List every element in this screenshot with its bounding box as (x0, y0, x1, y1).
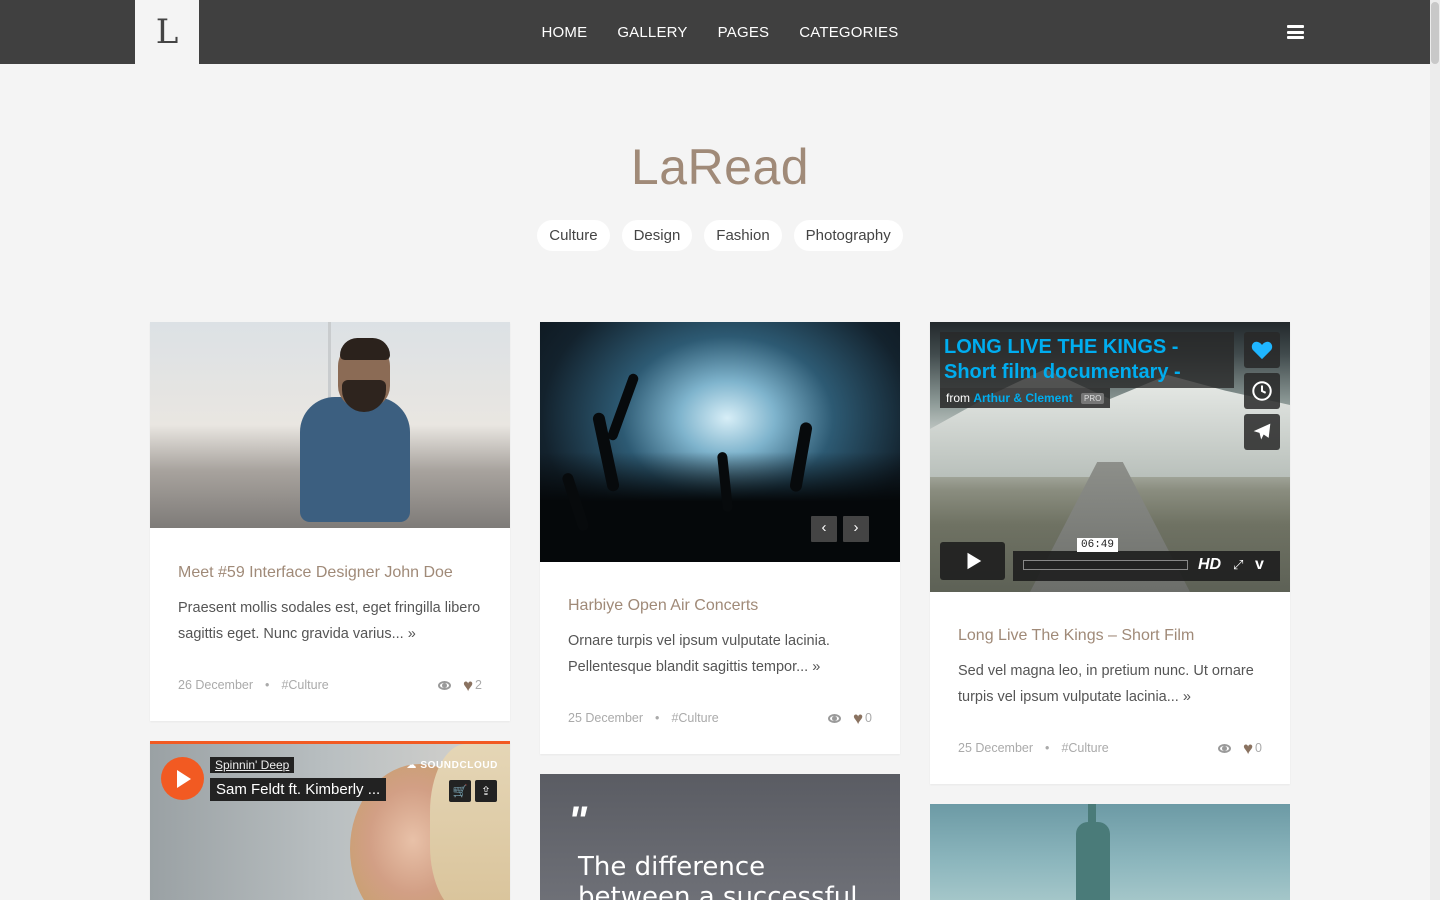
video-like-button[interactable] (1244, 332, 1280, 368)
video-hd-toggle[interactable]: HD (1198, 556, 1221, 574)
post-image-statue[interactable] (930, 804, 1290, 900)
soundcloud-track-title[interactable]: Sam Feldt ft. Kimberly ... (210, 778, 387, 801)
like-heart-icon[interactable]: ♥ (463, 677, 473, 694)
views-eye-icon (827, 713, 841, 723)
clock-icon (1252, 381, 1272, 401)
slider-next-button[interactable]: › (843, 516, 869, 542)
tag-design[interactable]: Design (621, 220, 693, 251)
post-image-portrait[interactable] (150, 322, 510, 528)
page-scrollbar[interactable] (1430, 0, 1440, 900)
likes-count: 0 (1255, 741, 1262, 755)
post-card-quote[interactable]: " The difference between a successful pe… (540, 774, 900, 900)
views-eye-icon (1217, 743, 1231, 753)
slider-prev-button[interactable]: ‹ (811, 516, 837, 542)
post-meta: 25 December • #Culture ♥ 0 (568, 708, 872, 728)
post-card-concerts: ‹ › Harbiye Open Air Concerts Ornare tur… (540, 322, 900, 754)
post-card-video: LONG LIVE THE KINGS - Short film documen… (930, 322, 1290, 784)
post-meta: 26 December • #Culture ♥ 2 (178, 675, 482, 695)
likes-count: 0 (865, 711, 872, 725)
post-date: 25 December (568, 711, 644, 725)
soundcloud-buy-button[interactable]: 🛒 (449, 780, 471, 802)
post-image-concert[interactable]: ‹ › (540, 322, 900, 562)
vimeo-logo-icon[interactable]: v (1255, 556, 1264, 574)
video-from-label: from (946, 391, 970, 405)
video-duration: 06:49 (1077, 538, 1119, 552)
soundcloud-player[interactable]: Spinnin' Deep Sam Feldt ft. Kimberly ...… (150, 741, 510, 900)
video-title-line2: Short film documentary - (944, 361, 1181, 383)
post-card-soundcloud: Spinnin' Deep Sam Feldt ft. Kimberly ...… (150, 741, 510, 900)
tag-fashion[interactable]: Fashion (704, 220, 782, 251)
likes-count: 2 (475, 678, 482, 692)
video-watchlater-button[interactable] (1244, 373, 1280, 409)
soundcloud-cloud-icon: ☁ (406, 760, 421, 771)
nav-categories[interactable]: CATEGORIES (799, 24, 898, 41)
category-tags: Culture Design Fashion Photography (0, 220, 1440, 251)
share-icon: ⇪ (480, 784, 492, 798)
post-meta: 25 December • #Culture ♥ 0 (958, 738, 1262, 758)
soundcloud-brand-label: SOUNDCLOUD (420, 760, 498, 771)
nav-home[interactable]: HOME (542, 24, 588, 41)
post-category[interactable]: #Culture (671, 711, 718, 725)
video-controls: 06:49 HD ⤢ v (940, 538, 1280, 582)
like-heart-icon[interactable]: ♥ (853, 710, 863, 727)
quote-text: The difference between a successful pers… (578, 852, 858, 900)
logo-letter: L (155, 12, 179, 52)
video-progress-bar[interactable]: 06:49 HD ⤢ v (1013, 538, 1280, 581)
post-excerpt: Ornare turpis vel ipsum vulputate lacini… (568, 633, 830, 675)
video-author-link[interactable]: Arthur & Clement (973, 391, 1072, 405)
site-title: LaRead (630, 139, 810, 195)
post-excerpt: Sed vel magna leo, in pretium nunc. Ut o… (958, 663, 1254, 705)
play-icon (176, 769, 191, 788)
like-heart-icon[interactable]: ♥ (1243, 740, 1253, 757)
post-date: 26 December (178, 678, 254, 692)
quote-mark-icon: " (568, 799, 587, 843)
post-category[interactable]: #Culture (1061, 741, 1108, 755)
post-date: 25 December (958, 741, 1034, 755)
fullscreen-icon[interactable]: ⤢ (1233, 557, 1243, 573)
tag-culture[interactable]: Culture (537, 220, 610, 251)
video-share-button[interactable] (1244, 414, 1280, 450)
soundcloud-play-button[interactable] (161, 757, 204, 800)
video-player[interactable]: LONG LIVE THE KINGS - Short film documen… (930, 322, 1290, 592)
pro-badge: PRO (1081, 393, 1105, 405)
soundcloud-user-link[interactable]: Spinnin' Deep (210, 757, 295, 773)
post-category[interactable]: #Culture (281, 678, 328, 692)
hamburger-menu-icon[interactable] (1287, 25, 1304, 39)
nav-pages[interactable]: PAGES (718, 24, 770, 41)
post-card-designer: Meet #59 Interface Designer John Doe Pra… (150, 322, 510, 721)
post-title[interactable]: Meet #59 Interface Designer John Doe (178, 562, 482, 584)
scrollbar-thumb[interactable] (1431, 2, 1439, 64)
post-title[interactable]: Long Live The Kings – Short Film (958, 625, 1262, 647)
video-title-line1: LONG LIVE THE KINGS - (944, 336, 1179, 358)
play-icon (967, 552, 981, 570)
tag-photography[interactable]: Photography (793, 220, 903, 251)
heart-icon (1251, 341, 1273, 360)
soundcloud-share-button[interactable]: ⇪ (475, 780, 497, 802)
video-seek-track[interactable] (1023, 560, 1188, 570)
nav-gallery[interactable]: GALLERY (617, 24, 687, 41)
post-title[interactable]: Harbiye Open Air Concerts (568, 595, 872, 617)
video-play-button[interactable] (940, 542, 1005, 580)
video-byline: from Arthur & Clement PRO (940, 388, 1111, 408)
cart-icon: 🛒 (452, 784, 468, 798)
site-logo[interactable]: L (135, 0, 199, 64)
views-eye-icon (437, 680, 451, 690)
paper-plane-icon (1253, 423, 1271, 440)
video-title[interactable]: LONG LIVE THE KINGS - Short film documen… (940, 332, 1234, 388)
soundcloud-logo[interactable]: ☁ SOUNDCLOUD (406, 760, 498, 771)
post-excerpt: Praesent mollis sodales est, eget fringi… (178, 600, 481, 642)
